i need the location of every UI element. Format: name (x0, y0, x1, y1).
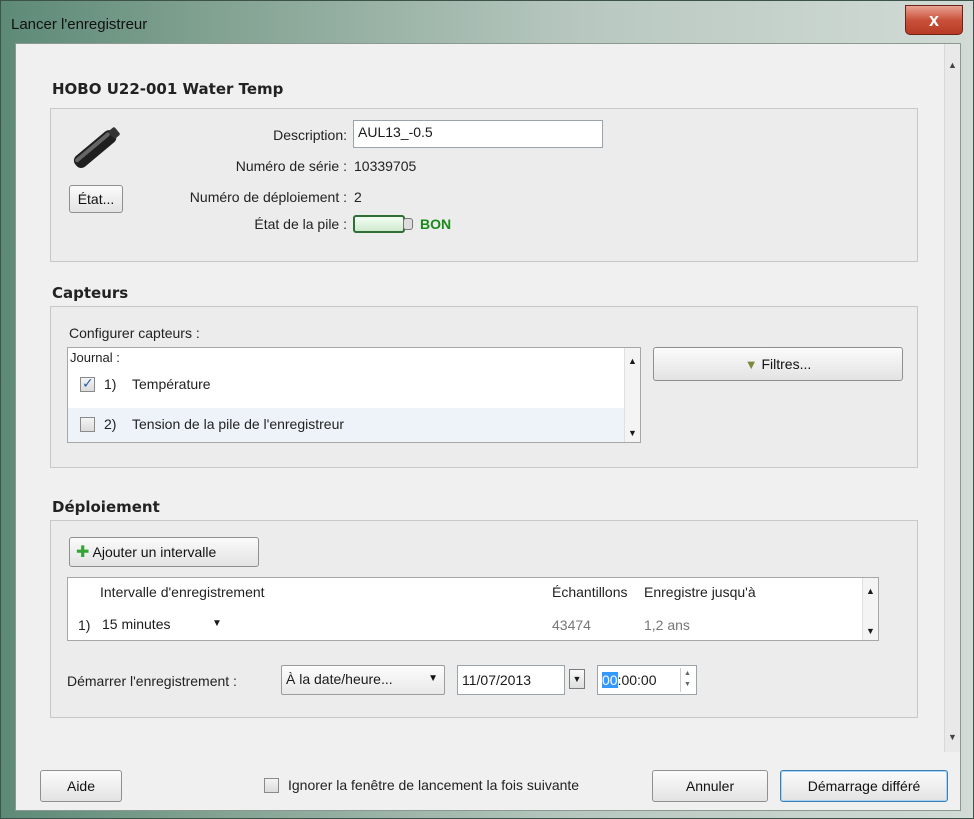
window-title: Lancer l'enregistreur (11, 16, 148, 33)
scroll-up-icon: ▲ (628, 356, 637, 366)
sensor-1-index: 1) (104, 376, 117, 392)
chevron-down-icon: ▼ (572, 674, 582, 684)
interval-select-value: 15 minutes (102, 616, 171, 632)
filters-button-label: Filtres... (761, 356, 812, 372)
interval-scrollbar[interactable]: ▲ ▼ (862, 578, 878, 640)
battery-label: État de la pile : (254, 216, 347, 232)
ignore-launch-checkbox[interactable] (264, 778, 279, 793)
scroll-down-icon: ▼ (866, 626, 875, 636)
add-interval-button[interactable]: ✚ Ajouter un intervalle (69, 537, 259, 567)
sensor-1-label: Température (132, 376, 211, 392)
sensors-list: Journal : 1) Température 2) Tension de l… (67, 347, 641, 443)
close-icon: x (928, 10, 939, 30)
table-row[interactable]: 1) 15 minutes ▼ 43474 1,2 ans (68, 608, 858, 640)
sensors-scrollbar[interactable]: ▲ ▼ (624, 348, 640, 442)
start-date-input[interactable]: 11/07/2013 (457, 665, 565, 695)
description-input[interactable]: AUL13_-0.5 (353, 120, 603, 148)
column-until: Enregistre jusqu'à (644, 584, 756, 600)
start-mode-select[interactable]: À la date/heure... ▼ (281, 665, 445, 695)
description-label: Description: (273, 127, 347, 143)
scroll-content: HOBO U22-001 Water Temp État... Descript… (16, 44, 946, 744)
deployment-section-title: Déploiement (52, 498, 160, 516)
deployment-number-value: 2 (354, 189, 362, 205)
delayed-start-button[interactable]: Démarrage différé (780, 770, 948, 802)
serial-value: 10339705 (354, 158, 417, 174)
serial-label: Numéro de série : (235, 158, 347, 174)
list-item[interactable]: 2) Tension de la pile de l'enregistreur (68, 408, 624, 442)
temperature-probe-icon (73, 127, 120, 169)
interval-table: Intervalle d'enregistrement Échantillons… (67, 577, 879, 641)
dialog-footer: Aide Ignorer la fenêtre de lancement la … (16, 752, 960, 810)
scroll-down-icon: ▼ (948, 732, 957, 742)
help-button[interactable]: Aide (40, 770, 122, 802)
device-group: État... Description: AUL13_-0.5 Numéro d… (50, 108, 918, 262)
time-spinner[interactable]: ▲ ▼ (680, 668, 694, 692)
scroll-up-icon: ▲ (948, 60, 957, 70)
window-frame: Lancer l'enregistreur x HOBO U22-001 Wat… (0, 0, 974, 819)
column-interval: Intervalle d'enregistrement (100, 584, 265, 600)
sensor-1-checkbox[interactable] (80, 375, 95, 392)
sensor-2-index: 2) (104, 416, 117, 432)
deployment-group: ✚ Ajouter un intervalle Intervalle d'enr… (50, 520, 918, 718)
ignore-launch-label: Ignorer la fenêtre de lancement la fois … (288, 777, 580, 793)
list-item[interactable]: 1) Température (68, 368, 624, 402)
start-mode-value: À la date/heure... (286, 671, 393, 687)
sensors-group: Configurer capteurs : Journal : 1) Tempé… (50, 306, 918, 468)
until-value: 1,2 ans (644, 617, 690, 633)
interval-row-index: 1) (78, 617, 91, 633)
configure-sensors-label: Configurer capteurs : (69, 325, 200, 341)
calendar-dropdown-button[interactable]: ▼ (569, 669, 585, 689)
battery-status: BON (420, 216, 452, 232)
samples-value: 43474 (552, 617, 591, 633)
chevron-down-icon: ▼ (212, 618, 222, 629)
start-time-hour[interactable]: 00 (602, 672, 618, 688)
column-samples: Échantillons (552, 584, 628, 600)
interval-select[interactable]: 15 minutes ▼ (102, 612, 228, 636)
sensor-2-checkbox[interactable] (80, 417, 95, 432)
close-button[interactable]: x (905, 5, 963, 35)
dialog-scrollbar[interactable]: ▲ ▼ (944, 44, 960, 752)
sensors-section-title: Capteurs (52, 284, 129, 302)
start-time-rest: :00:00 (617, 672, 657, 688)
filters-button[interactable]: ▼ Filtres... (653, 347, 903, 381)
status-button[interactable]: État... (69, 185, 123, 213)
device-section-title: HOBO U22-001 Water Temp (52, 80, 284, 98)
dialog-client: HOBO U22-001 Water Temp État... Descript… (15, 43, 961, 811)
filter-icon: ▼ (744, 357, 758, 372)
battery-icon (353, 215, 413, 233)
scroll-down-icon: ▼ (628, 428, 637, 438)
plus-icon: ✚ (76, 544, 90, 561)
journal-label: Journal : (70, 350, 120, 365)
title-bar[interactable]: Lancer l'enregistreur x (7, 5, 969, 43)
start-recording-label: Démarrer l'enregistrement : (67, 673, 237, 689)
start-time-input[interactable]: 00:00:00 ▲ ▼ (597, 665, 697, 695)
add-interval-label: Ajouter un intervalle (92, 544, 217, 560)
cancel-button[interactable]: Annuler (652, 770, 768, 802)
scroll-up-icon: ▲ (866, 586, 875, 596)
chevron-down-icon: ▼ (428, 673, 438, 684)
deployment-number-label: Numéro de déploiement : (189, 189, 347, 205)
sensor-2-label: Tension de la pile de l'enregistreur (132, 416, 345, 432)
